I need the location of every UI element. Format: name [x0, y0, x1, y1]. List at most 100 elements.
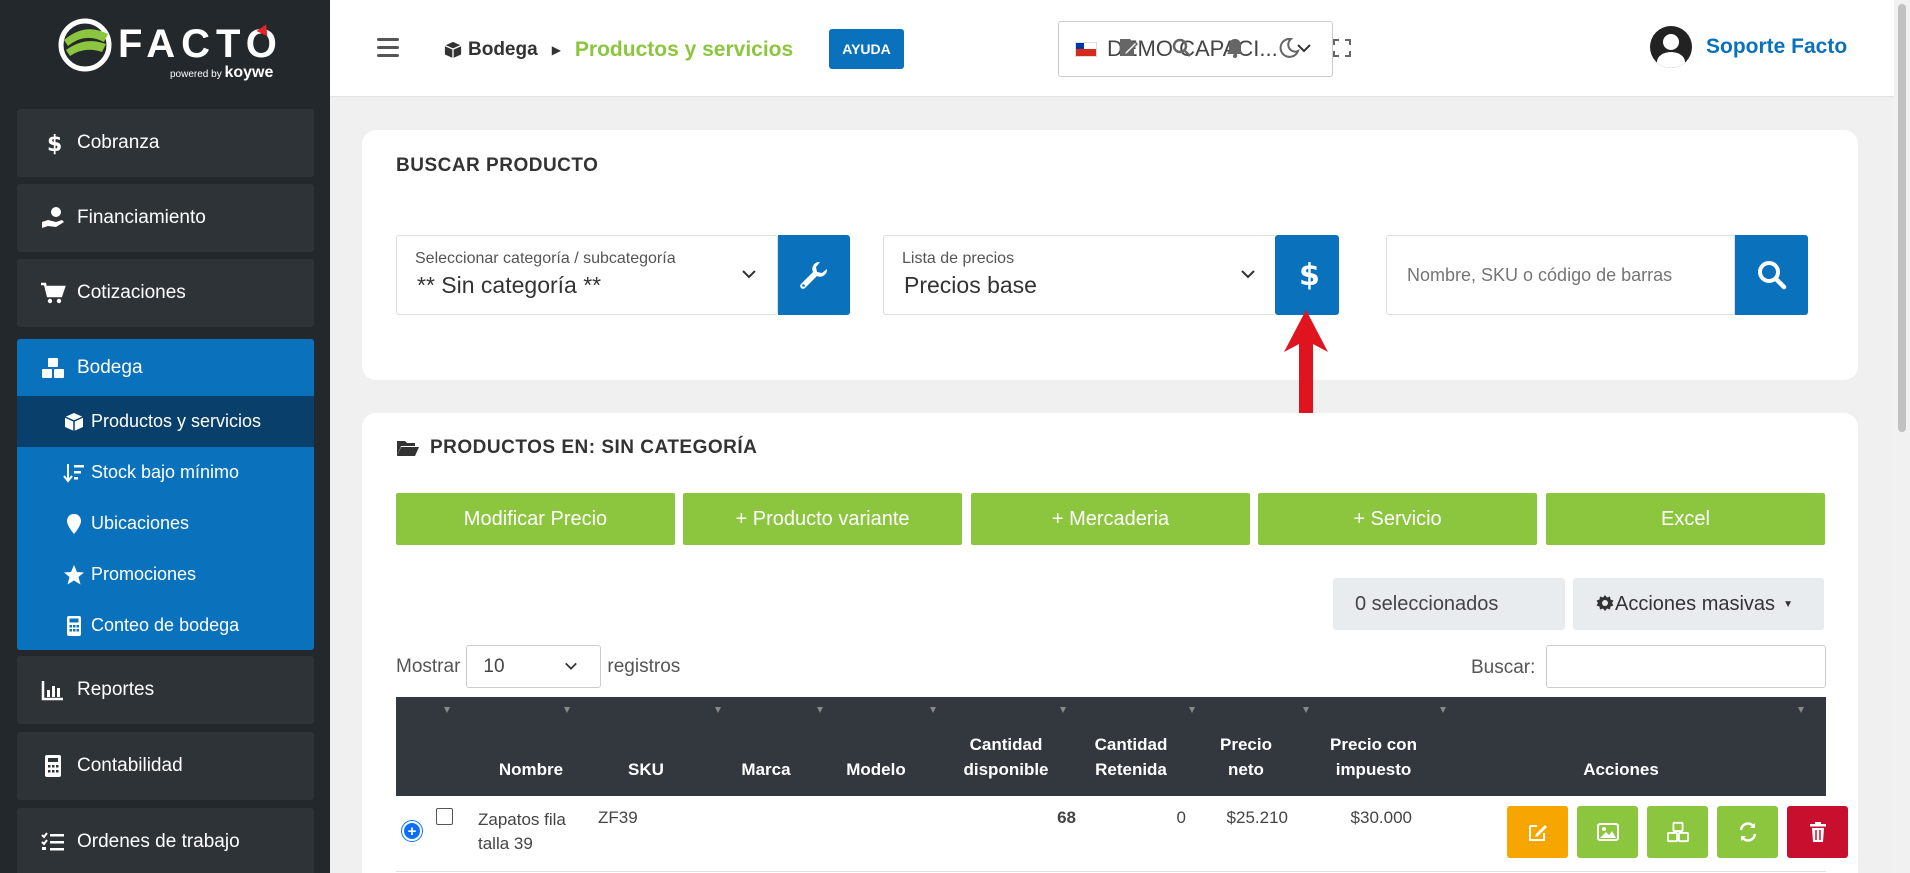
records-label: registros: [607, 655, 681, 677]
add-merchandise-button[interactable]: + Mercaderia: [971, 493, 1250, 545]
map-pin-icon: [63, 513, 85, 535]
column-header-net-price[interactable]: Precio neto: [1206, 732, 1286, 782]
column-header-available[interactable]: Cantidad disponible: [956, 732, 1056, 782]
product-search-button[interactable]: [1735, 235, 1808, 315]
sort-icon[interactable]: [928, 705, 938, 715]
sidebar-item-label: Cotizaciones: [77, 282, 186, 303]
sort-icon[interactable]: [815, 705, 825, 715]
sidebar-item-cobranza[interactable]: $ Cobranza: [17, 109, 314, 177]
user-name: Soporte Facto: [1706, 35, 1848, 58]
search-product-card: BUSCAR PRODUCTO Seleccionar categoría / …: [362, 130, 1858, 380]
sort-icon[interactable]: [1187, 705, 1197, 715]
sidebar-item-ordenes-de-trabajo[interactable]: Ordenes de trabajo: [17, 808, 314, 873]
excel-export-button[interactable]: Excel: [1546, 493, 1825, 545]
table-header: Nombre SKU Marca Modelo Cantidad disponi…: [396, 697, 1826, 796]
category-select-label: Seleccionar categoría / subcategoría: [415, 250, 676, 267]
sidebar-subitem-label: Promociones: [91, 564, 197, 584]
product-image-button[interactable]: [1577, 806, 1638, 858]
add-service-button[interactable]: + Servicio: [1258, 493, 1537, 545]
table-filter-input[interactable]: [1546, 645, 1826, 688]
cubes-icon: [37, 356, 69, 380]
product-stock-button[interactable]: [1647, 806, 1708, 858]
search-icon[interactable]: [1170, 36, 1194, 60]
sidebar-item-financiamiento[interactable]: Financiamiento: [17, 184, 314, 252]
edit-document-icon[interactable]: [1116, 36, 1140, 60]
cell-available: 68: [1057, 808, 1076, 827]
sidebar-item-cotizaciones[interactable]: Cotizaciones: [17, 259, 314, 327]
chile-flag-icon: [1075, 41, 1097, 57]
chevron-down-icon: [742, 270, 756, 279]
top-header: Bodega ▶ Productos y servicios AYUDA DEM…: [330, 0, 1910, 97]
dollar-icon: $: [1299, 258, 1318, 292]
help-button[interactable]: AYUDA: [829, 29, 904, 69]
sidebar-item-reportes[interactable]: Reportes: [17, 656, 314, 724]
sidebar-item-stock-bajo-minimo[interactable]: Stock bajo mínimo: [17, 447, 314, 498]
cart-icon: [37, 281, 69, 305]
modify-price-button[interactable]: Modificar Precio: [396, 493, 675, 545]
table-filter-label: Buscar:: [1471, 657, 1536, 678]
breadcrumb-caret-icon: ▶: [551, 43, 561, 57]
edit-product-button[interactable]: [1507, 806, 1568, 858]
sort-icon[interactable]: [1058, 705, 1068, 715]
sort-icon[interactable]: [1796, 705, 1806, 715]
powered-by-label: powered by: [170, 69, 222, 80]
user-menu[interactable]: Soporte Facto: [1650, 26, 1847, 68]
price-list-label: Lista de precios: [902, 250, 1015, 267]
bell-icon[interactable]: [1223, 36, 1247, 60]
column-header-model[interactable]: Modelo: [826, 757, 926, 782]
product-search-input[interactable]: [1386, 235, 1735, 315]
sidebar-item-bodega[interactable]: Bodega: [17, 339, 314, 396]
sort-icon[interactable]: [442, 705, 452, 715]
sidebar-subitem-label: Stock bajo mínimo: [91, 462, 240, 482]
cell-net-price: $25.210: [1226, 808, 1288, 827]
sidebar-item-ubicaciones[interactable]: Ubicaciones: [17, 498, 314, 549]
column-header-retained[interactable]: Cantidad Retenida: [1086, 732, 1176, 782]
gear-icon: [1596, 595, 1614, 611]
chevron-down-icon: [1241, 270, 1255, 279]
sidebar-item-label: Reportes: [77, 679, 155, 700]
sidebar-item-contabilidad[interactable]: Contabilidad: [17, 732, 314, 800]
image-icon: [1596, 823, 1619, 841]
price-list-button[interactable]: $: [1275, 235, 1339, 315]
sidebar: FACTO powered by koywe $ Cobranza Financ…: [0, 0, 330, 873]
moon-icon[interactable]: [1277, 36, 1301, 60]
category-select[interactable]: Seleccionar categoría / subcategoría ** …: [396, 235, 778, 315]
sort-down-icon: [63, 462, 85, 484]
page-scrollbar[interactable]: [1894, 0, 1910, 873]
hamburger-menu-icon[interactable]: [377, 38, 399, 62]
products-card-title: PRODUCTOS EN: SIN CATEGORÍA: [396, 437, 757, 459]
sidebar-item-promociones[interactable]: Promociones: [17, 549, 314, 600]
sidebar-item-productos-y-servicios[interactable]: Productos y servicios: [17, 396, 314, 447]
breadcrumb-root[interactable]: Bodega: [468, 39, 538, 61]
price-list-select[interactable]: Lista de precios Precios base: [883, 235, 1277, 315]
row-checkbox[interactable]: [436, 808, 453, 825]
product-sync-button[interactable]: [1717, 806, 1778, 858]
facto-logo[interactable]: FACTO powered by koywe: [0, 0, 330, 100]
price-list-value: Precios base: [904, 272, 1037, 298]
show-label: Mostrar: [396, 655, 461, 677]
category-settings-button[interactable]: [778, 235, 850, 315]
sidebar-item-conteo-de-bodega[interactable]: Conteo de bodega: [17, 600, 314, 651]
sort-icon[interactable]: [713, 705, 723, 715]
sort-icon[interactable]: [562, 705, 572, 715]
scrollbar-thumb[interactable]: [1898, 4, 1906, 432]
mass-actions-button[interactable]: Acciones masivas ▼: [1573, 578, 1824, 630]
page-length-select[interactable]: 10: [466, 645, 602, 688]
column-header-name[interactable]: Nombre: [476, 757, 586, 782]
column-header-brand[interactable]: Marca: [726, 757, 806, 782]
caret-down-icon: ▼: [1783, 598, 1793, 610]
column-header-sku[interactable]: SKU: [606, 757, 686, 782]
sort-icon[interactable]: [1438, 705, 1448, 715]
sidebar-group-bodega: Bodega Productos y servicios Stock bajo …: [17, 339, 314, 650]
column-header-tax-price[interactable]: Precio con impuesto: [1321, 732, 1426, 782]
expand-row-icon[interactable]: +: [402, 821, 422, 841]
products-card: PRODUCTOS EN: SIN CATEGORÍA Modificar Pr…: [362, 413, 1858, 873]
sidebar-group-label: Bodega: [77, 356, 143, 378]
delete-product-button[interactable]: [1787, 806, 1848, 858]
add-variant-product-button[interactable]: + Producto variante: [683, 493, 962, 545]
fullscreen-icon[interactable]: [1330, 36, 1354, 60]
avatar: [1650, 26, 1692, 68]
svg-text:$: $: [1299, 258, 1318, 292]
sort-icon[interactable]: [1301, 705, 1311, 715]
edit-icon: [1528, 825, 1547, 841]
